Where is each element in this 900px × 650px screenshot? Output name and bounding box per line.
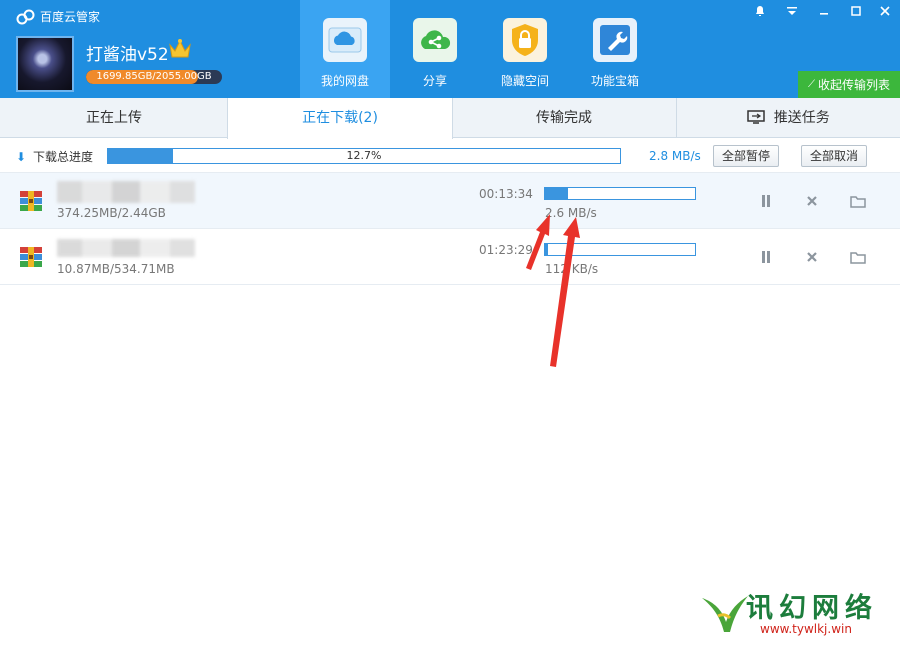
watermark: 讯幻网络 www.tywlkj.win bbox=[700, 586, 896, 642]
total-progress-text: 12.7% bbox=[346, 149, 382, 162]
bird-logo-icon bbox=[702, 596, 748, 632]
app-header: 百度云管家 打酱油v52 1699.85GB/2055.00GB 我的网盘 分享 bbox=[0, 0, 900, 98]
file-progress-fill bbox=[545, 188, 568, 199]
download-summary: ⬇ 下载总进度 12.7% 2.8 MB/s 全部暂停 全部取消 bbox=[0, 139, 900, 173]
total-speed: 2.8 MB/s bbox=[649, 149, 701, 163]
nav-share[interactable]: 分享 bbox=[390, 0, 480, 98]
nav-label: 功能宝箱 bbox=[590, 74, 639, 88]
app-title-text: 百度云管家 bbox=[40, 10, 101, 24]
file-progress-bar bbox=[544, 187, 696, 200]
app-title: 百度云管家 bbox=[16, 8, 100, 25]
pause-icon[interactable] bbox=[756, 247, 776, 267]
tab-label: 正在下载(2) bbox=[302, 110, 378, 126]
monitor-icon bbox=[747, 110, 766, 124]
wrench-icon bbox=[593, 18, 637, 62]
collapse-transfer-list-button[interactable]: ⟋ 收起传输列表 bbox=[798, 71, 900, 98]
archive-file-icon bbox=[20, 247, 42, 267]
close-icon[interactable] bbox=[870, 0, 900, 22]
download-row[interactable]: 10.87MB/534.71MB 01:23:29 112 KB/s bbox=[0, 229, 900, 285]
total-progress-bar: 12.7% bbox=[107, 148, 621, 164]
nav-hidden-space[interactable]: 隐藏空间 bbox=[480, 0, 570, 98]
folder-icon[interactable] bbox=[848, 247, 868, 267]
cancel-all-button[interactable]: 全部取消 bbox=[801, 145, 868, 167]
maximize-icon[interactable] bbox=[841, 0, 871, 22]
menu-icon[interactable] bbox=[777, 0, 807, 22]
tab-completed[interactable]: 传输完成 bbox=[452, 98, 676, 138]
nav-label: 我的网盘 bbox=[320, 74, 369, 88]
watermark-url: www.tywlkj.win bbox=[760, 622, 852, 636]
cancel-icon[interactable] bbox=[802, 191, 822, 211]
pause-all-button[interactable]: 全部暂停 bbox=[713, 145, 780, 167]
collapse-label: 收起传输列表 bbox=[817, 78, 890, 92]
tab-downloading[interactable]: 正在下载(2) bbox=[227, 98, 453, 139]
nav-toolbox[interactable]: 功能宝箱 bbox=[570, 0, 660, 98]
watermark-text: 讯幻网络 bbox=[746, 593, 878, 624]
quota-text: 1699.85GB/2055.00GB bbox=[96, 71, 212, 82]
tab-label: 推送任务 bbox=[773, 110, 830, 126]
tab-uploading[interactable]: 正在上传 bbox=[0, 98, 228, 138]
file-progress-bar bbox=[544, 243, 696, 256]
tab-label: 传输完成 bbox=[536, 110, 592, 126]
file-size: 374.25MB/2.44GB bbox=[57, 206, 166, 220]
download-row[interactable]: 374.25MB/2.44GB 00:13:34 2.6 MB/s bbox=[0, 173, 900, 229]
cloud-icon bbox=[323, 18, 367, 62]
nav-label: 隐藏空间 bbox=[500, 74, 549, 88]
nav-my-drive[interactable]: 我的网盘 bbox=[300, 0, 390, 98]
folder-icon[interactable] bbox=[848, 191, 868, 211]
cancel-icon[interactable] bbox=[802, 247, 822, 267]
bell-icon[interactable] bbox=[745, 0, 775, 22]
time-remaining: 01:23:29 bbox=[479, 243, 533, 257]
transfer-tabs: 正在上传 正在下载(2) 传输完成 推送任务 bbox=[0, 98, 900, 139]
leaf-icon: ⟋ bbox=[807, 79, 815, 90]
nav-label: 分享 bbox=[422, 74, 447, 88]
pause-icon[interactable] bbox=[756, 191, 776, 211]
file-progress-fill bbox=[545, 244, 548, 255]
minimize-icon[interactable] bbox=[809, 0, 839, 22]
lock-icon bbox=[503, 18, 547, 62]
baidu-cloud-logo-icon bbox=[16, 9, 35, 24]
tab-push-tasks[interactable]: 推送任务 bbox=[676, 98, 900, 138]
avatar[interactable] bbox=[16, 36, 74, 92]
file-speed: 2.6 MB/s bbox=[545, 206, 597, 220]
file-name-redacted bbox=[57, 181, 195, 203]
time-remaining: 00:13:34 bbox=[479, 187, 533, 201]
vip-crown-icon bbox=[169, 39, 191, 58]
share-icon bbox=[413, 18, 457, 62]
quota-bar: 1699.85GB/2055.00GB bbox=[86, 70, 222, 84]
username[interactable]: 打酱油v52 bbox=[86, 40, 169, 65]
file-speed: 112 KB/s bbox=[545, 262, 599, 276]
download-arrow-icon: ⬇ bbox=[16, 150, 27, 164]
archive-file-icon bbox=[20, 191, 42, 211]
summary-label: 下载总进度 bbox=[33, 150, 94, 164]
file-name-redacted bbox=[57, 239, 195, 257]
tab-label: 正在上传 bbox=[86, 110, 142, 126]
file-size: 10.87MB/534.71MB bbox=[57, 262, 175, 276]
